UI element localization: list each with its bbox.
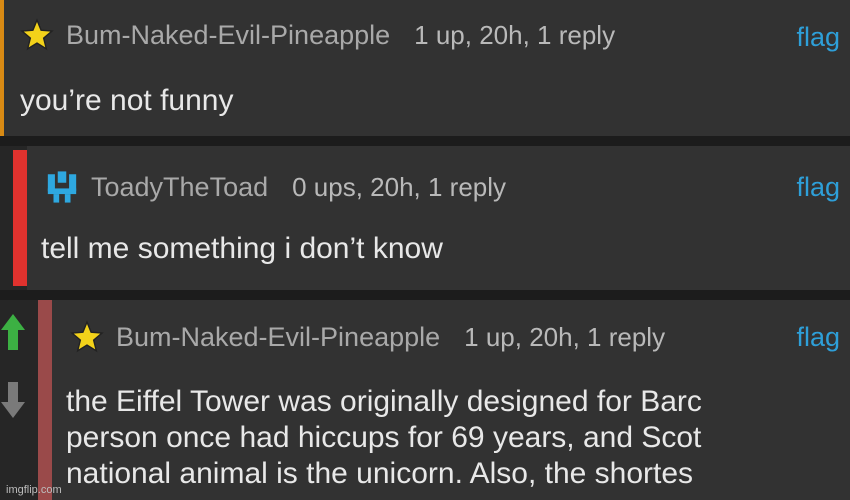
reply-thread-bar (13, 150, 27, 286)
comment-3-text-line: person once had hiccups for 69 years, an… (66, 421, 702, 454)
comment-1-username[interactable]: Bum-Naked-Evil-Pineapple (66, 20, 390, 51)
comment-1: Bum-Naked-Evil-Pineapple 1 up, 20h, 1 re… (0, 0, 850, 136)
downvote-arrow-icon[interactable] (0, 380, 26, 420)
comment-3-text: the Eiffel Tower was originally designed… (66, 384, 702, 492)
reply-thread-bar (38, 300, 52, 500)
comment-2-username[interactable]: ToadyTheToad (91, 172, 268, 203)
imgflip-watermark: imgflip.com (6, 484, 62, 496)
comment-3-flag-link[interactable]: flag (796, 322, 840, 353)
comment-1-flag-link[interactable]: flag (796, 22, 840, 53)
comment-2-header: ToadyTheToad 0 ups, 20h, 1 reply (45, 170, 506, 204)
comment-1-stats: 1 up, 20h, 1 reply (414, 19, 616, 50)
star-icon (70, 320, 104, 353)
star-icon (20, 18, 54, 51)
comment-2-stats: 0 ups, 20h, 1 reply (292, 171, 507, 202)
comment-3: Bum-Naked-Evil-Pineapple 1 up, 20h, 1 re… (0, 300, 850, 500)
comment-3-header: Bum-Naked-Evil-Pineapple 1 up, 20h, 1 re… (70, 320, 665, 354)
upvote-arrow-icon[interactable] (0, 312, 26, 352)
comment-2: ToadyTheToad 0 ups, 20h, 1 reply flag te… (0, 146, 850, 290)
comment-2-body: ToadyTheToad 0 ups, 20h, 1 reply flag te… (27, 146, 850, 290)
comment-3-body: Bum-Naked-Evil-Pineapple 1 up, 20h, 1 re… (52, 300, 850, 500)
comment-1-text: you’re not funny (20, 84, 234, 117)
comment-2-text: tell me something i don’t know (41, 232, 443, 265)
pixel-avatar-icon[interactable] (45, 170, 79, 204)
comment-3-stats: 1 up, 20h, 1 reply (464, 321, 666, 352)
comment-3-username[interactable]: Bum-Naked-Evil-Pineapple (116, 322, 440, 353)
comment-2-flag-link[interactable]: flag (796, 172, 840, 203)
comment-3-text-line: national animal is the unicorn. Also, th… (66, 457, 694, 490)
comment-3-text-line: the Eiffel Tower was originally designed… (66, 385, 702, 418)
comment-1-header: Bum-Naked-Evil-Pineapple 1 up, 20h, 1 re… (20, 18, 615, 52)
